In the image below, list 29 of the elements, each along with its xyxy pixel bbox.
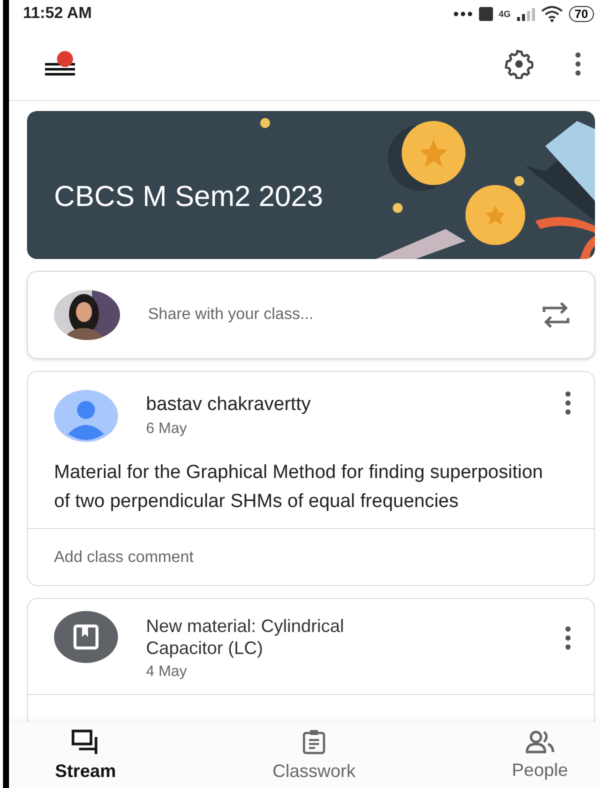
nav-tab[interactable]: Stream — [45, 722, 126, 788]
post-date: 6 May — [146, 420, 188, 437]
author-name: bastav chakravertty — [146, 394, 312, 416]
more-options-icon[interactable] — [564, 625, 572, 651]
settings-icon[interactable] — [504, 49, 534, 79]
status-time: 11:52 AM — [23, 5, 92, 23]
wifi-icon — [540, 6, 563, 22]
nav-tab[interactable]: People — [502, 722, 578, 788]
post-date: 4 May — [146, 663, 188, 680]
more-icon — [452, 11, 473, 17]
nav-tab[interactable]: Classwork — [262, 722, 366, 788]
clipboard-icon — [302, 728, 326, 754]
bookmark-icon — [54, 611, 118, 663]
repost-icon[interactable] — [542, 302, 570, 328]
more-options-icon[interactable] — [564, 390, 572, 416]
share-placeholder: Share with your class... — [148, 306, 314, 324]
more-options-icon[interactable] — [574, 51, 582, 77]
class-title: CBCS M Sem2 2023 — [54, 181, 324, 214]
signal-icon — [516, 7, 535, 21]
menu-icon[interactable] — [43, 51, 77, 77]
material-card[interactable]: New material: Cylindrical Capacitor (LC) 4 May — [27, 598, 595, 722]
battery-level: 70 — [568, 6, 594, 22]
people-icon — [524, 730, 555, 754]
avatar-icon — [54, 390, 118, 442]
share-card[interactable]: Share with your class... — [27, 271, 595, 359]
comment-field[interactable]: Add class comment — [28, 528, 594, 585]
network-type: 4G — [498, 9, 511, 19]
post-text: Material for the Graphical Method for finding superposition of two perpendicular SHMs of equal frequencies — [54, 461, 544, 514]
material-title: New material: Cylindrical Capacitor (LC) — [146, 615, 346, 659]
